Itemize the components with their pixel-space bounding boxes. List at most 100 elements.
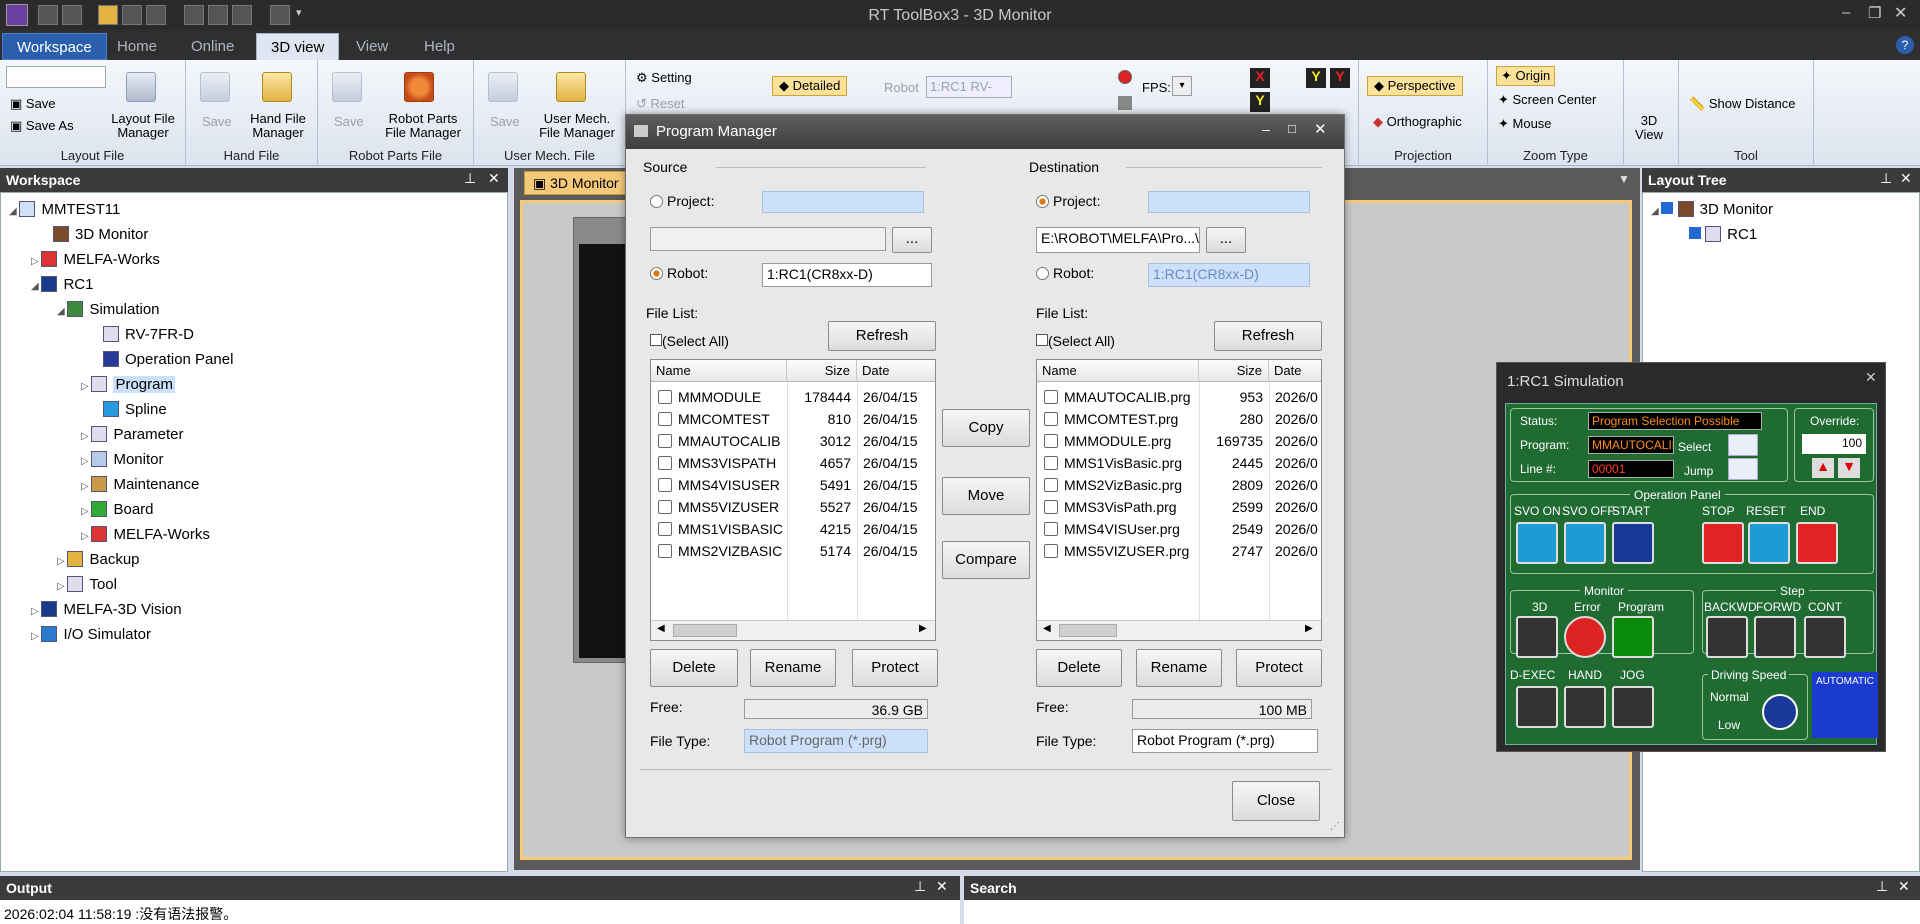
tree-item-tool[interactable]: ▷ Tool (57, 576, 117, 593)
tree-item-melfa-works[interactable]: ▷ MELFA-Works (31, 251, 160, 268)
table-row[interactable]: MMS5VIZUSER.prg 2747 2026/0 (1037, 540, 1321, 562)
tab-view[interactable]: View (342, 33, 402, 60)
row-checkbox[interactable] (1044, 434, 1058, 448)
tree-item-project[interactable]: ◢ MMTEST11 (9, 201, 120, 218)
3d-monitor-button[interactable] (1516, 616, 1558, 658)
copy-button[interactable]: Copy (942, 409, 1030, 447)
table-row[interactable]: MMS4VISUSER 5491 26/04/15 (651, 474, 935, 496)
hand-button[interactable] (1564, 686, 1606, 728)
source-file-list[interactable]: Name Size Date MMMODULE 178444 26/04/15 MM… (650, 359, 936, 641)
orthographic-button[interactable]: ◆ Orthographic (1373, 114, 1462, 130)
tree-item-spline[interactable]: Spline (103, 401, 167, 418)
robot-select[interactable]: 1:RC1 RV- (926, 76, 1012, 98)
override-value[interactable]: 100 (1802, 434, 1866, 454)
row-checkbox[interactable] (1044, 412, 1058, 426)
table-row[interactable]: MMS3VISPATH 4657 26/04/15 (651, 452, 935, 474)
table-row[interactable]: MMCOMTEST 810 26/04/15 (651, 408, 935, 430)
reset-button[interactable]: ↺ Reset (636, 96, 684, 112)
dest-robot-radio[interactable]: Robot: (1036, 265, 1094, 281)
speed-dial[interactable] (1762, 694, 1798, 730)
tab-online[interactable]: Online (177, 33, 248, 60)
restore-icon[interactable]: ❐ (1868, 4, 1881, 22)
tab-help[interactable]: Help (410, 33, 469, 60)
source-col-name[interactable]: Name (651, 360, 787, 382)
move-button[interactable]: Move (942, 477, 1030, 515)
table-row[interactable]: MMS4VISUser.prg 2549 2026/0 (1037, 518, 1321, 540)
row-checkbox[interactable] (1044, 478, 1058, 492)
source-browse-button[interactable]: ... (892, 227, 932, 253)
layout-item-3d-monitor[interactable]: ◢ 3D Monitor (1651, 201, 1773, 218)
record-icon[interactable] (1118, 70, 1132, 84)
layout-file-manager-button[interactable]: Layout File Manager (100, 112, 186, 140)
tree-item-board[interactable]: ▷ Board (81, 501, 154, 518)
compare-button[interactable]: Compare (942, 541, 1030, 579)
mech-save-button[interactable]: Save (490, 114, 520, 129)
table-row[interactable]: MMS3VisPath.prg 2599 2026/0 (1037, 496, 1321, 518)
program-monitor-button[interactable] (1612, 616, 1654, 658)
layout-pin-icon[interactable]: ⊥ (1880, 170, 1892, 187)
dest-path-field[interactable]: E:\ROBOT\MELFA\Pro...\Program (1036, 227, 1200, 253)
search-pin-icon[interactable]: ⊥ (1876, 878, 1888, 895)
svo-off-button[interactable] (1564, 522, 1606, 564)
source-col-date[interactable]: Date (857, 360, 935, 382)
tree-item-parameter[interactable]: ▷ Parameter (81, 426, 184, 443)
hand-file-manager-button[interactable]: Hand File Manager (240, 112, 316, 140)
dialog-maximize-icon[interactable]: □ (1288, 121, 1296, 136)
row-checkbox[interactable] (658, 412, 672, 426)
row-checkbox[interactable] (658, 478, 672, 492)
table-row[interactable]: MMS5VIZUSER 5527 26/04/15 (651, 496, 935, 518)
robot-parts-file-manager-button[interactable]: Robot Parts File Manager (374, 112, 472, 140)
mouse-button[interactable]: ✦ Mouse (1498, 116, 1552, 132)
table-row[interactable]: MMS2VizBasic.prg 2809 2026/0 (1037, 474, 1321, 496)
reset-button[interactable] (1748, 522, 1790, 564)
scroll-right-icon[interactable]: ▶ (919, 623, 927, 634)
dest-select-all[interactable]: (Select All) (1036, 333, 1115, 349)
hand-save-button[interactable]: Save (202, 114, 232, 129)
simulation-close-icon[interactable]: ✕ (1865, 369, 1877, 386)
dest-rename-button[interactable]: Rename (1136, 649, 1222, 687)
output-close-icon[interactable]: ✕ (936, 878, 948, 895)
source-horizontal-scrollbar[interactable]: ◀ ▶ (651, 620, 935, 640)
table-row[interactable]: MMAUTOCALIB 3012 26/04/15 (651, 430, 935, 452)
user-mech-file-manager-button[interactable]: User Mech. File Manager (530, 112, 624, 140)
table-row[interactable]: MMAUTOCALIB.prg 953 2026/0 (1037, 386, 1321, 408)
resize-grip-icon[interactable]: ⋰ (1330, 821, 1340, 832)
table-row[interactable]: MMCOMTEST.prg 280 2026/0 (1037, 408, 1321, 430)
checkbox-icon[interactable] (1661, 202, 1674, 214)
detailed-button[interactable]: ◆ Detailed (772, 76, 848, 96)
source-robot-select[interactable]: 1:RC1(CR8xx-D) (762, 263, 932, 287)
select-program-button[interactable] (1728, 434, 1758, 456)
minimize-icon[interactable]: – (1842, 4, 1850, 21)
table-row[interactable]: MMS2VIZBASIC 5174 26/04/15 (651, 540, 935, 562)
dest-refresh-button[interactable]: Refresh (1214, 321, 1322, 351)
workspace-close-icon[interactable]: ✕ (488, 170, 500, 187)
view-yx-icon[interactable]: Y (1306, 68, 1326, 88)
parts-save-button[interactable]: Save (334, 114, 364, 129)
row-checkbox[interactable] (1044, 544, 1058, 558)
tree-item-melfa-works-rc1[interactable]: ▷ MELFA-Works (81, 526, 210, 543)
scroll-thumb[interactable] (673, 624, 737, 637)
doc-dropdown-icon[interactable]: ▼ (1618, 172, 1630, 186)
source-select-all[interactable]: (Select All) (650, 333, 729, 349)
close-button[interactable]: Close (1232, 781, 1320, 821)
layout-select[interactable] (6, 66, 106, 88)
end-button[interactable] (1796, 522, 1838, 564)
tab-workspace[interactable]: Workspace (2, 33, 107, 60)
tree-item-io-simulator[interactable]: ▷ I/O Simulator (31, 626, 151, 643)
continue-button[interactable] (1804, 616, 1846, 658)
row-checkbox[interactable] (1044, 500, 1058, 514)
source-refresh-button[interactable]: Refresh (828, 321, 936, 351)
jog-button[interactable] (1612, 686, 1654, 728)
row-checkbox[interactable] (1044, 522, 1058, 536)
table-row[interactable]: MMMODULE.prg 169735 2026/0 (1037, 430, 1321, 452)
tree-item-backup[interactable]: ▷ Backup (57, 551, 140, 568)
tree-item-robot[interactable]: RV-7FR-D (103, 326, 194, 343)
jump-button[interactable] (1728, 458, 1758, 480)
axis-x-icon[interactable]: X (1250, 68, 1270, 88)
step-forward-button[interactable] (1754, 616, 1796, 658)
source-rename-button[interactable]: Rename (750, 649, 836, 687)
view-yz-icon[interactable]: Y (1330, 68, 1350, 88)
row-checkbox[interactable] (658, 456, 672, 470)
row-checkbox[interactable] (658, 390, 672, 404)
dest-protect-button[interactable]: Protect (1236, 649, 1322, 687)
